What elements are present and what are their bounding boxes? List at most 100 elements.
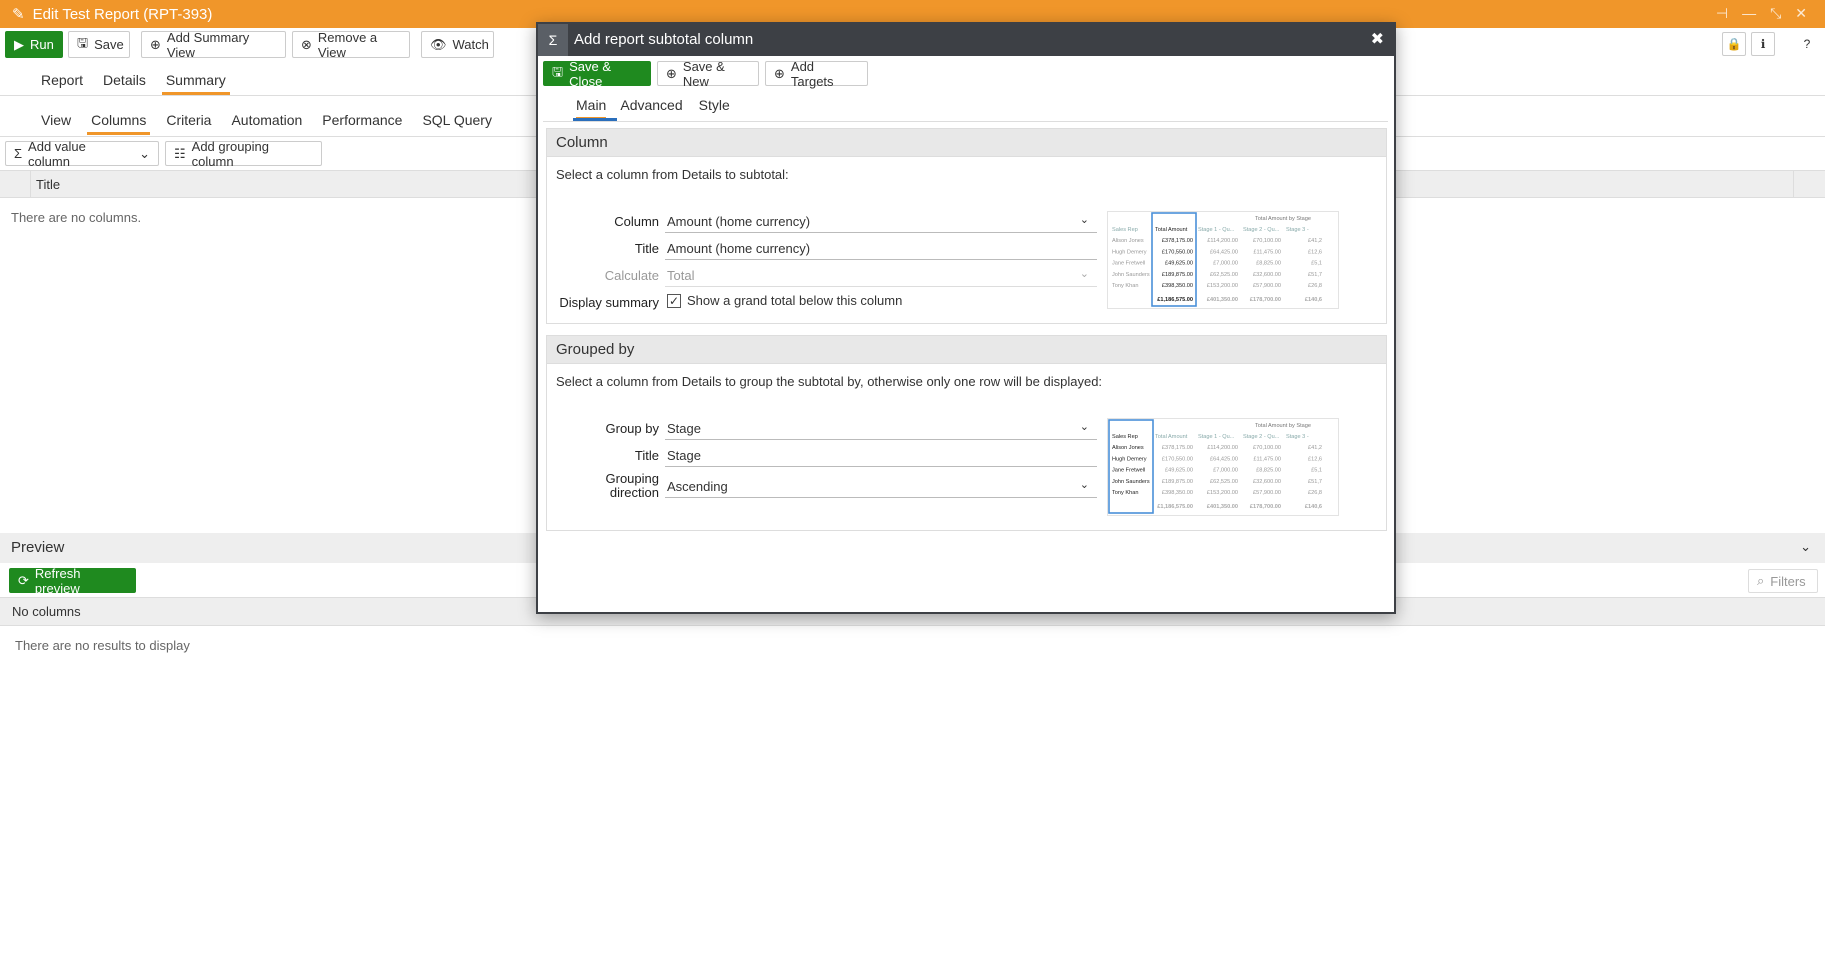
add-summary-view-button[interactable]: ⊕ Add Summary View: [141, 30, 286, 60]
example-cell: £62,525.00: [1210, 272, 1238, 278]
refresh-icon: ⟳: [18, 572, 29, 588]
tab-criteria[interactable]: Criteria: [156, 105, 221, 135]
example-header: Total Amount: [1155, 227, 1188, 233]
example-cell: Alison Jones: [1112, 238, 1144, 244]
save-button[interactable]: 🖫 Save: [68, 31, 130, 58]
column-label: Column: [614, 214, 659, 229]
save-close-button[interactable]: 🖫 Save & Close: [543, 59, 651, 89]
tab-advanced[interactable]: Advanced: [612, 90, 690, 120]
example-total: £140,6: [1305, 297, 1322, 303]
refresh-preview-button[interactable]: ⟳ Refresh preview: [9, 566, 136, 596]
add-grouping-column-button[interactable]: ☷ Add grouping column: [165, 139, 322, 169]
remove-view-button[interactable]: ⊗ Remove a View: [292, 30, 410, 60]
group-by-select[interactable]: Stage ⌄: [665, 418, 1097, 440]
example-cell: £5,1: [1311, 468, 1322, 474]
example-cell: Jane Fretwell: [1112, 261, 1145, 267]
help-button[interactable]: ?: [1795, 32, 1819, 56]
checkmark-icon: ✓: [667, 293, 681, 308]
tab-summary[interactable]: Summary: [156, 65, 236, 95]
filters-button[interactable]: ⌕ Filters: [1748, 569, 1818, 593]
example-header: Stage 2 - Qu...: [1243, 434, 1280, 440]
example-cell: £11,475.00: [1253, 456, 1281, 462]
dialog-close-icon[interactable]: ✖: [1371, 29, 1384, 49]
add-targets-button[interactable]: ⊕ Add Targets: [765, 59, 868, 89]
example-cell: £70,100.00: [1253, 445, 1281, 451]
example-cell: Hugh Demery: [1112, 456, 1147, 462]
example-cell: £70,100.00: [1253, 238, 1281, 244]
example-cell: £57,900.00: [1253, 490, 1281, 496]
example-cell: £51,7: [1308, 272, 1322, 278]
example-super-header: Total Amount by Stage: [1255, 216, 1311, 222]
add-value-column-button[interactable]: Σ Add value column ⌄: [5, 139, 159, 169]
tab-main[interactable]: Main: [570, 90, 612, 120]
tab-automation[interactable]: Automation: [221, 105, 312, 135]
lock-icon: 🔒: [1726, 37, 1742, 51]
example-total: £401,350.00: [1207, 504, 1238, 510]
subtotal-column-dialog: Σ Add report subtotal column ✖ 🖫 Save & C…: [536, 22, 1396, 614]
example-cell: £170,550.00: [1162, 249, 1193, 255]
lock-button[interactable]: 🔒: [1722, 32, 1746, 56]
chevron-down-icon: ⌄: [1079, 268, 1089, 280]
restore-icon[interactable]: ⤡: [1770, 5, 1781, 22]
collapse-chevron-icon[interactable]: ⌄: [1800, 539, 1811, 555]
save-icon: 🖫: [552, 63, 564, 79]
save-new-button[interactable]: ⊕ Save & New: [657, 59, 759, 89]
tab-columns[interactable]: Columns: [81, 105, 156, 135]
sigma-icon: Σ: [14, 146, 23, 161]
column-panel-intro: Select a column from Details to subtotal…: [556, 167, 789, 182]
close-window-icon[interactable]: ✕: [1795, 5, 1807, 22]
title-input[interactable]: Amount (home currency): [665, 238, 1097, 260]
grouping-example-image: Total Amount by Stage Sales Rep Total Amou…: [1107, 418, 1339, 516]
example-header: Sales Rep: [1112, 227, 1138, 233]
tab-report[interactable]: Report: [31, 65, 93, 95]
example-total: £140,6: [1305, 504, 1322, 510]
example-total: £178,700.00: [1250, 297, 1281, 303]
column-header-title[interactable]: Title: [36, 177, 60, 192]
dialog-titlebar: Σ Add report subtotal column ✖: [538, 24, 1394, 56]
dialog-tabs: Main Advanced Style: [570, 90, 738, 120]
grouped-by-panel-intro: Select a column from Details to group th…: [556, 374, 1103, 389]
title-label: Title: [634, 241, 659, 256]
group-title-label: Title: [634, 448, 659, 463]
pin-icon[interactable]: ⊣: [1716, 5, 1728, 22]
eye-icon: 👁: [430, 36, 447, 52]
tab-details[interactable]: Details: [93, 65, 156, 95]
group-by-label: Group by: [605, 421, 659, 436]
example-cell: John Saunders: [1112, 272, 1150, 278]
column-example-image: Total Amount by Stage Sales Rep Total Amou…: [1107, 211, 1339, 309]
grouped-by-panel: Grouped by Select a column from Details …: [546, 335, 1387, 531]
dialog-title: Add report subtotal column: [574, 31, 754, 48]
example-cell: £41,2: [1308, 445, 1322, 451]
column-select[interactable]: Amount (home currency) ⌄: [665, 211, 1097, 233]
tab-style[interactable]: Style: [691, 90, 738, 120]
grouping-direction-select[interactable]: Ascending ⌄: [665, 476, 1097, 498]
example-cell: John Saunders: [1112, 479, 1150, 485]
sigma-icon: Σ: [538, 24, 568, 56]
example-cell: £378,175.00: [1162, 445, 1193, 451]
empty-columns-message: There are no columns.: [11, 210, 142, 225]
grouped-by-panel-title: Grouped by: [547, 336, 1386, 364]
info-button[interactable]: ℹ: [1751, 32, 1775, 56]
main-tabs: Report Details Summary: [31, 65, 236, 95]
tab-performance[interactable]: Performance: [312, 105, 412, 135]
plus-circle-icon: ⊕: [774, 65, 785, 81]
watch-button[interactable]: 👁 Watch: [421, 31, 494, 58]
example-header: Sales Rep: [1112, 434, 1138, 440]
grand-total-checkbox[interactable]: ✓ Show a grand total below this column: [667, 293, 902, 308]
chevron-down-icon: ⌄: [1079, 479, 1089, 491]
tab-view[interactable]: View: [31, 105, 81, 135]
example-cell: £64,425.00: [1210, 249, 1238, 255]
x-circle-icon: ⊗: [301, 36, 312, 52]
help-icon: ?: [1803, 37, 1811, 51]
group-title-input[interactable]: Stage: [665, 445, 1097, 467]
tab-sql-query[interactable]: SQL Query: [412, 105, 502, 135]
example-cell: £51,7: [1308, 479, 1322, 485]
save-icon: 🖫: [77, 34, 89, 50]
search-icon: ⌕: [1757, 573, 1765, 588]
example-cell: £398,350.00: [1162, 283, 1193, 289]
run-button[interactable]: ▶ Run: [5, 31, 63, 58]
example-cell: £32,600.00: [1253, 272, 1281, 278]
minimize-icon[interactable]: —: [1742, 5, 1756, 22]
grouping-icon: ☷: [174, 145, 186, 161]
example-cell: £189,875.00: [1162, 479, 1193, 485]
